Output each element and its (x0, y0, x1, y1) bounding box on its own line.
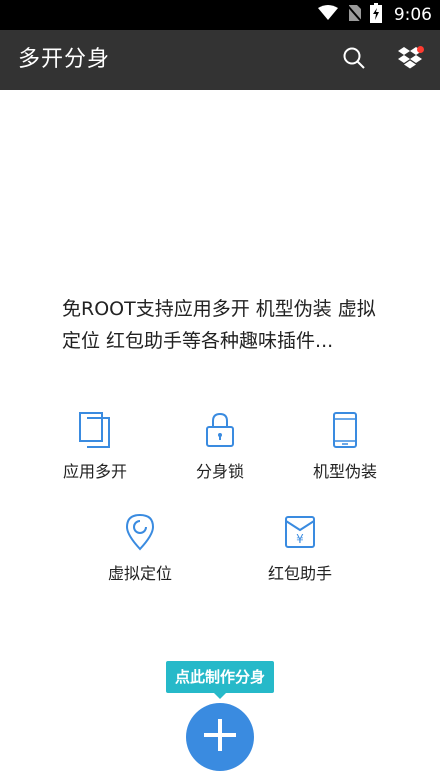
feature-clone-lock[interactable]: 分身锁 (160, 410, 280, 482)
feature-device-disguise[interactable]: 机型伪装 (285, 410, 405, 482)
feature-description: 免ROOT支持应用多开 机型伪装 虚拟 定位 红包助手等各种趣味插件... (62, 293, 402, 357)
feature-label: 应用多开 (62, 462, 127, 481)
feature-red-packet-helper[interactable]: ¥ 红包助手 (240, 512, 360, 584)
feature-label: 分身锁 (195, 462, 244, 481)
create-clone-tooltip[interactable]: 点此制作分身 (166, 661, 274, 693)
status-bar: 9:06 (0, 0, 440, 30)
lock-icon (200, 410, 240, 450)
description-line-1: 免ROOT支持应用多开 机型伪装 虚拟 (62, 298, 376, 320)
location-pin-icon (120, 512, 160, 552)
wifi-icon (317, 5, 338, 25)
tooltip-pointer (214, 693, 226, 699)
copy-icon (75, 410, 115, 450)
phone-icon (325, 410, 365, 450)
feature-app-multi-open[interactable]: 应用多开 (35, 410, 155, 482)
app-actions (340, 30, 424, 90)
app-title: 多开分身 (18, 47, 111, 72)
feature-label: 虚拟定位 (107, 564, 172, 583)
feature-label: 红包助手 (267, 564, 332, 583)
status-time: 9:06 (393, 5, 432, 25)
plus-icon (202, 717, 238, 757)
feature-virtual-location[interactable]: 虚拟定位 (80, 512, 200, 584)
dropbox-button[interactable] (396, 46, 424, 74)
svg-text:¥: ¥ (296, 532, 304, 546)
search-icon (342, 46, 366, 74)
app-bar: 多开分身 (0, 30, 440, 90)
description-line-2: 定位 红包助手等各种趣味插件... (62, 330, 334, 352)
notification-dot (417, 46, 424, 53)
create-clone-button[interactable] (186, 703, 254, 771)
status-icons: 9:06 (317, 0, 440, 30)
battery-charging-icon (369, 3, 382, 27)
feature-label: 机型伪装 (312, 462, 377, 481)
search-button[interactable] (340, 46, 368, 74)
no-sim-icon (346, 4, 362, 26)
red-packet-icon: ¥ (280, 512, 320, 552)
